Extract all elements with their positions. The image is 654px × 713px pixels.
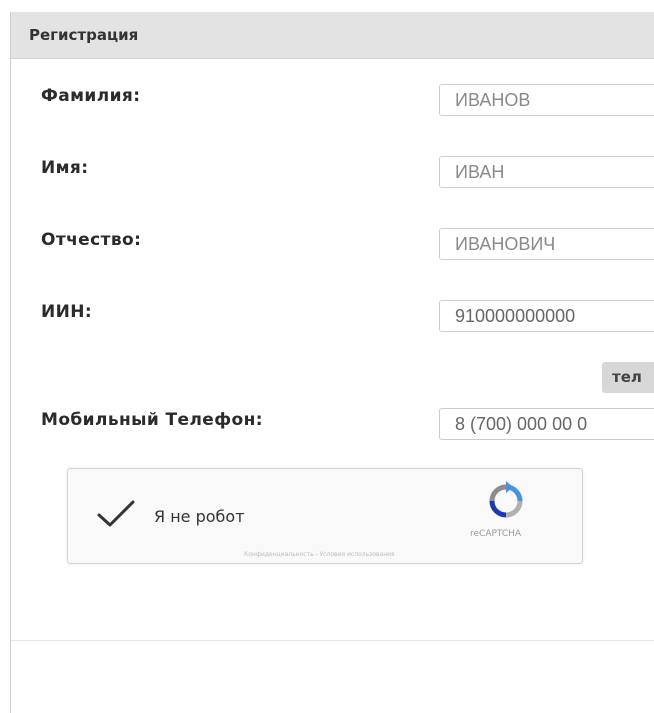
surname-field[interactable]: ИВАНОВ [439,84,654,116]
name-field[interactable]: ИВАН [439,156,654,188]
name-label: Имя: [41,158,89,178]
mobile-phone-field[interactable]: 8 (700) 000 00 0 [439,408,654,440]
recaptcha-logo-icon [489,481,523,518]
iin-label: ИИН: [41,302,93,322]
recaptcha-widget: Я не робот reCAPTCHA Конфиденциальность … [67,468,583,564]
panel-header: Регистрация [11,12,654,59]
divider [11,640,654,641]
captcha-links[interactable]: Конфиденциальность - Условия использован… [244,551,395,558]
panel-title: Регистрация [29,26,139,44]
patronymic-field[interactable]: ИВАНОВИЧ [439,228,654,260]
iin-field[interactable]: 910000000000 [439,300,654,332]
captcha-brand: reCAPTCHA [470,529,522,539]
phone-button[interactable]: тел [602,362,654,393]
captcha-label: Я не робот [154,507,245,526]
registration-panel: Регистрация Фамилия: ИВАНОВ Имя: ИВАН От… [10,12,654,713]
surname-label: Фамилия: [41,86,141,106]
checkmark-icon[interactable] [96,499,136,529]
mobile-phone-label: Мобильный Телефон: [41,410,263,430]
patronymic-label: Отчество: [41,230,142,250]
